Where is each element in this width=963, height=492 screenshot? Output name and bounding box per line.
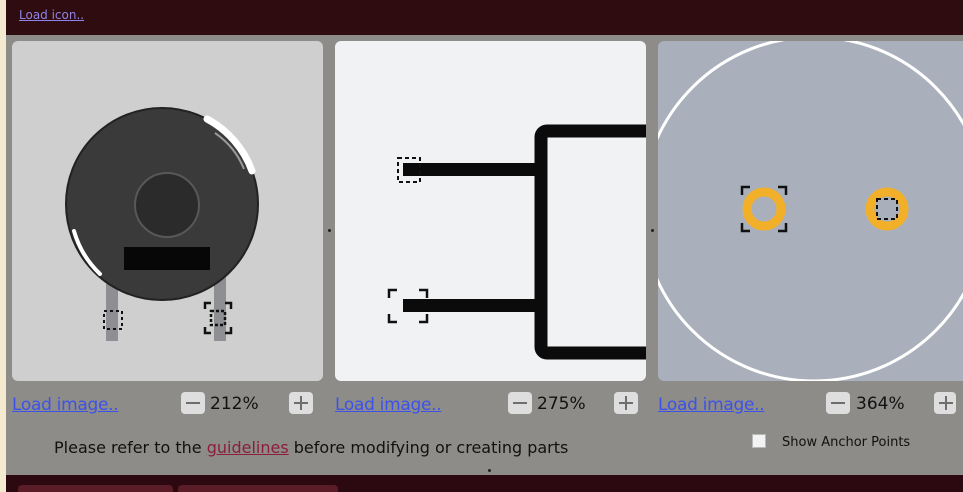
load-icon-link[interactable]: Load icon.. [19, 8, 84, 22]
minus-icon [186, 402, 200, 404]
zoom-in-button-breadboard[interactable] [289, 392, 313, 414]
guidelines-notice-prefix: Please refer to the [54, 438, 202, 457]
zoom-out-button-pcb[interactable] [826, 392, 850, 414]
bottom-tab-1[interactable] [18, 485, 173, 492]
load-image-link-schematic[interactable]: Load image.. [335, 395, 442, 415]
zoom-out-button-breadboard[interactable] [181, 392, 205, 414]
guidelines-link[interactable]: guidelines [207, 438, 289, 457]
zoom-level-breadboard: 212% [210, 394, 259, 414]
schematic-part-graphic [387, 124, 646, 360]
panel-splitter-2[interactable] [651, 229, 654, 232]
schematic-view-panel[interactable] [335, 41, 646, 381]
zoom-in-button-pcb[interactable] [934, 392, 956, 414]
pcb-footprint-graphic [658, 41, 963, 381]
bottom-tab-2[interactable] [178, 485, 338, 492]
vertical-splitter-handle[interactable] [488, 469, 491, 472]
load-image-link-pcb[interactable]: Load image.. [658, 395, 765, 415]
pcb-view-panel[interactable] [658, 41, 963, 381]
title-bar: Load icon.. [6, 0, 963, 35]
panel-splitter-1[interactable] [328, 229, 331, 232]
zoom-out-button-schematic[interactable] [508, 392, 532, 414]
zoom-level-pcb: 364% [856, 394, 905, 414]
breadboard-view-panel[interactable] [12, 41, 323, 381]
minus-icon [831, 402, 845, 404]
guidelines-notice: Please refer to the guidelines before mo… [54, 438, 568, 457]
zoom-level-schematic: 275% [537, 394, 586, 414]
minus-icon [513, 402, 527, 404]
show-anchor-points-label: Show Anchor Points [782, 435, 911, 450]
breadboard-part-graphic [65, 107, 259, 341]
guidelines-notice-suffix: before modifying or creating parts [293, 438, 569, 457]
show-anchor-points-checkbox[interactable] [752, 434, 766, 448]
load-image-link-breadboard[interactable]: Load image.. [12, 395, 119, 415]
zoom-in-button-schematic[interactable] [614, 392, 638, 414]
